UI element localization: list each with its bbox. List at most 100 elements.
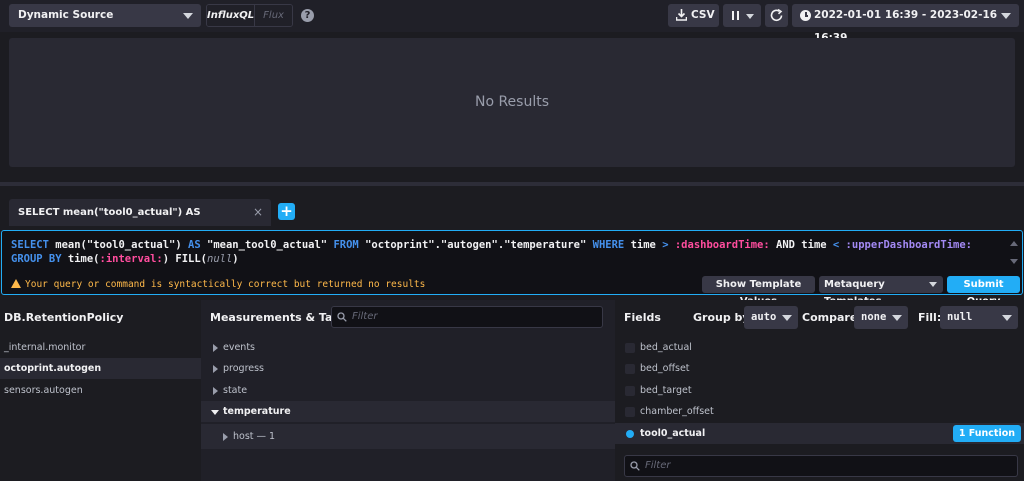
tag-label: host — 1 — [233, 431, 276, 442]
csv-download-button[interactable]: CSV — [668, 4, 719, 27]
field-selected-indicator[interactable] — [625, 429, 635, 439]
query-results-pane: No Results — [9, 38, 1015, 167]
field-label: chamber_offset — [640, 406, 714, 417]
show-template-values-button[interactable]: Show Template Values — [702, 276, 815, 307]
code-template-var: :upperDashboardTime: — [839, 239, 972, 251]
fill-label: Fill: — [918, 311, 942, 324]
submit-query-button[interactable]: Submit Query — [947, 276, 1020, 307]
query-tab[interactable]: SELECT mean("tool0_actual") AS "mean_too… — [9, 199, 271, 245]
chevron-down-icon — [782, 315, 792, 321]
code-text: AND — [769, 239, 802, 251]
caret-right-icon — [213, 344, 218, 352]
scroll-up-icon[interactable] — [1010, 241, 1018, 246]
chevron-down-icon — [892, 315, 902, 321]
measurement-item-expanded[interactable]: temperature — [201, 401, 615, 422]
code-text: time( — [61, 253, 100, 265]
query-text[interactable]: SELECT mean("tool0_actual") AS "mean_too… — [11, 238, 972, 266]
field-item[interactable]: bed_offset — [615, 358, 1024, 379]
caret-right-icon — [213, 365, 218, 373]
chevron-down-icon — [1002, 315, 1012, 321]
fill-dropdown[interactable]: null — [940, 306, 1018, 329]
field-checkbox[interactable] — [625, 386, 635, 396]
measurements-filter-input[interactable]: Filter — [331, 306, 603, 328]
measurement-label: progress — [223, 363, 265, 374]
code-text: mean( — [48, 239, 87, 251]
code-keyword: WHERE — [586, 239, 631, 251]
metaquery-templates-dropdown[interactable]: Metaquery Templates — [819, 276, 943, 307]
code-keyword: FROM — [327, 239, 366, 251]
field-label: bed_offset — [640, 363, 690, 374]
db-item[interactable]: sensors.autogen — [0, 380, 201, 401]
field-label: tool0_actual — [640, 428, 706, 439]
group-by-value: auto — [751, 311, 777, 323]
group-by-dropdown[interactable]: auto — [744, 306, 798, 329]
query-status-text: Your query or command is syntactically c… — [25, 279, 426, 290]
field-checkbox[interactable] — [625, 407, 635, 417]
flux-toggle[interactable]: Flux — [254, 5, 292, 26]
autorefresh-dropdown[interactable] — [723, 4, 761, 27]
scroll-down-icon[interactable] — [1010, 259, 1018, 264]
chevron-down-icon — [929, 282, 937, 287]
query-language-toggle: InfluxQL Flux — [206, 4, 293, 27]
code-null: null — [207, 253, 233, 265]
close-icon[interactable]: × — [253, 199, 263, 226]
influxql-toggle[interactable]: InfluxQL — [207, 5, 255, 26]
tag-item[interactable]: host — 1 — [201, 424, 615, 449]
measurement-item[interactable]: state — [201, 380, 615, 401]
function-badge[interactable]: 1 Function — [952, 425, 1021, 442]
refresh-icon — [770, 8, 783, 22]
source-dropdown[interactable]: Dynamic Source — [9, 4, 201, 27]
field-label: bed_target — [640, 385, 692, 396]
caret-right-icon — [223, 433, 228, 441]
compare-value: none — [861, 311, 887, 323]
code-text: ) — [232, 253, 239, 265]
measurement-label: events — [223, 342, 256, 353]
query-status: Your query or command is syntactically c… — [11, 279, 425, 290]
source-dropdown-label: Dynamic Source — [18, 9, 114, 21]
code-keyword: GROUP BY — [11, 253, 62, 265]
add-query-button[interactable]: + — [278, 203, 295, 220]
help-icon[interactable]: ? — [301, 9, 314, 22]
clock-icon — [800, 10, 811, 21]
measurement-item[interactable]: progress — [201, 358, 615, 379]
search-icon — [337, 312, 347, 322]
code-keyword: SELECT — [11, 239, 49, 251]
search-icon — [630, 461, 640, 471]
measurement-item[interactable]: events — [201, 337, 615, 358]
query-editor[interactable]: SELECT mean("tool0_actual") AS "mean_too… — [1, 230, 1023, 307]
code-keyword: AS — [181, 239, 208, 251]
fields-panel: Fields Group by: auto Compare: none Fill… — [615, 300, 1024, 481]
code-string: "octoprint"."autogen"."temperature" — [365, 239, 587, 251]
fields-filter-input[interactable]: Filter — [624, 455, 1018, 477]
code-text: FILL( — [169, 253, 207, 265]
db-item-selected[interactable]: octoprint.autogen — [0, 358, 201, 379]
measurement-label: temperature — [223, 406, 291, 417]
measurements-panel-title: Measurements & Tags — [210, 311, 347, 324]
code-template-var: :interval: — [99, 253, 163, 265]
field-checkbox[interactable] — [625, 343, 635, 353]
csv-label: CSV — [691, 9, 715, 21]
time-range-dropdown[interactable]: 2022-01-01 16:39 - 2023-02-16 16:39 — [792, 4, 1019, 44]
db-panel-title: DB.RetentionPolicy — [4, 311, 124, 324]
download-icon — [676, 9, 687, 21]
code-template-var: :dashboardTime: — [668, 239, 770, 251]
refresh-button[interactable] — [765, 4, 788, 27]
compare-dropdown[interactable]: none — [854, 306, 908, 329]
chevron-down-icon — [746, 14, 754, 19]
pause-icon — [732, 11, 739, 20]
db-item[interactable]: _internal.monitor — [0, 337, 201, 358]
code-string: "tool0_actual" — [86, 239, 176, 251]
field-item[interactable]: bed_actual — [615, 337, 1024, 358]
db-retention-panel: DB.RetentionPolicy _internal.monitor oct… — [0, 300, 201, 481]
field-checkbox[interactable] — [625, 364, 635, 374]
code-string: "mean_tool0_actual" — [207, 239, 328, 251]
compare-label: Compare: — [802, 311, 862, 324]
field-item[interactable]: chamber_offset — [615, 401, 1024, 422]
field-item-selected[interactable]: tool0_actual 1 Function — [615, 423, 1024, 444]
field-item[interactable]: bed_target — [615, 380, 1024, 401]
chevron-down-icon — [183, 13, 193, 19]
filter-placeholder: Filter — [645, 460, 671, 471]
no-results-message: No Results — [474, 94, 550, 110]
fill-value: null — [947, 311, 973, 323]
caret-right-icon — [213, 387, 218, 395]
